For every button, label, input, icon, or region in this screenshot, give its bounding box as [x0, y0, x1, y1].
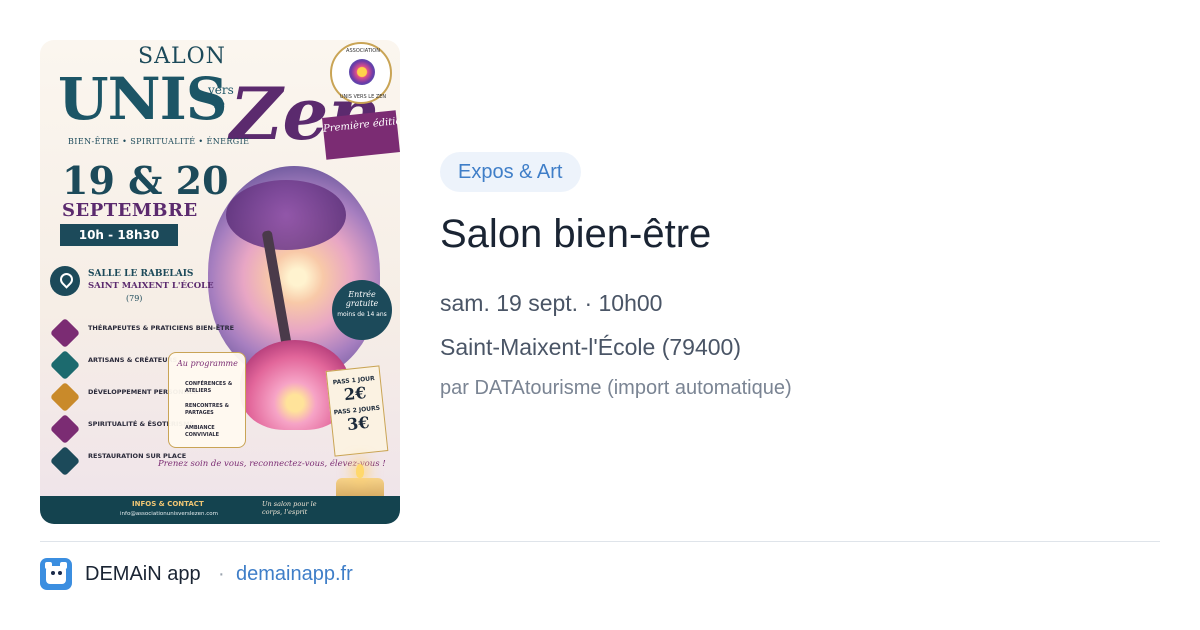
logo-bottom-text: UNIS VERS LE ZEN: [339, 94, 387, 100]
free-entry-sub: moins de 14 ans: [337, 311, 387, 319]
poster-programme-box: Au programme CONFÉRENCES & ATELIERS RENC…: [168, 352, 246, 448]
poster-dates: 19 & 20: [62, 158, 229, 203]
footer-divider: [40, 541, 1160, 542]
poster-category-label: ARTISANS & CRÉATEURS: [88, 356, 178, 364]
poster-category-label: THÉRAPEUTES & PRATICIENS BIEN-ÊTRE: [88, 324, 235, 332]
event-location: Saint-Maixent-l'École (79400): [440, 334, 741, 360]
app-name: DEMAiN app: [85, 563, 201, 585]
premiere-edition-ribbon: Première édition: [322, 110, 400, 160]
programme-item: AMBIANCE CONVIVIALE: [185, 425, 220, 438]
programme-item: RENCONTRES & PARTAGES: [185, 403, 229, 416]
association-logo: ASSOCIATION UNIS VERS LE ZEN: [330, 42, 392, 104]
footer-separator: ·: [218, 563, 225, 585]
programme-title: Au programme: [177, 359, 238, 368]
app-domain-link[interactable]: demainapp.fr: [236, 563, 353, 586]
poster-footer: INFOS & CONTACT info@associationunisvers…: [40, 496, 400, 524]
logo-top-text: ASSOCIATION: [346, 48, 380, 54]
poster-hours: 10h - 18h30: [60, 224, 178, 246]
price-tag: PASS 1 JOUR 2€ PASS 2 JOURS 3€: [325, 365, 389, 457]
therapist-icon: [49, 317, 81, 349]
poster-tagline: BIEN-ÊTRE • SPIRITUALITÉ • ÉNERGIE: [68, 137, 250, 146]
poster-venue-dept: (79): [126, 294, 143, 303]
free-entry-title: Entrée gratuite: [345, 290, 379, 309]
category-badge[interactable]: Expos & Art: [440, 152, 581, 192]
free-entry-badge: Entrée gratuite moins de 14 ans: [332, 280, 392, 340]
event-source: par DATAtourisme (import automatique): [440, 377, 792, 399]
poster-category-item: THÉRAPEUTES & PRATICIENS BIEN-ÊTRE: [49, 317, 234, 349]
poster-unis-text: UNIS: [58, 65, 228, 133]
location-pin-icon: [50, 266, 80, 296]
lotus-meditation-icon: [349, 59, 375, 85]
poster-contact-title: INFOS & CONTACT: [132, 500, 204, 508]
app-icon-eye: [51, 571, 55, 575]
poster-venue: SALLE LE RABELAIS: [88, 269, 194, 279]
poster-le-text: le: [214, 97, 225, 111]
poster-contact-email: info@associationunisverslezen.com: [120, 511, 219, 517]
programme-item: CONFÉRENCES & ATELIERS: [185, 381, 233, 394]
app-icon-eye: [58, 571, 62, 575]
spirituality-icon: [49, 413, 81, 445]
food-truck-icon: [49, 445, 81, 477]
artisan-icon: [49, 349, 81, 381]
poster-slogan: Prenez soin de vous, reconnectez-vous, é…: [158, 459, 386, 469]
development-icon: [49, 381, 81, 413]
event-poster-image[interactable]: SALON UNIS vers le Zen BIEN-ÊTRE • SPIRI…: [40, 40, 400, 524]
event-title: Salon bien-être: [440, 212, 712, 256]
demain-app-icon: [40, 558, 72, 590]
poster-venue-city: SAINT MAIXENT L'ÉCOLE: [88, 281, 214, 291]
event-datetime: sam. 19 sept. · 10h00: [440, 290, 663, 316]
app-icon-face: [46, 566, 66, 584]
poster-month: SEPTEMBRE: [62, 200, 198, 221]
tree-canopy-illustration: [226, 180, 346, 250]
poster-footer-tagline: Un salon pour le corps, l'esprit: [262, 500, 317, 517]
